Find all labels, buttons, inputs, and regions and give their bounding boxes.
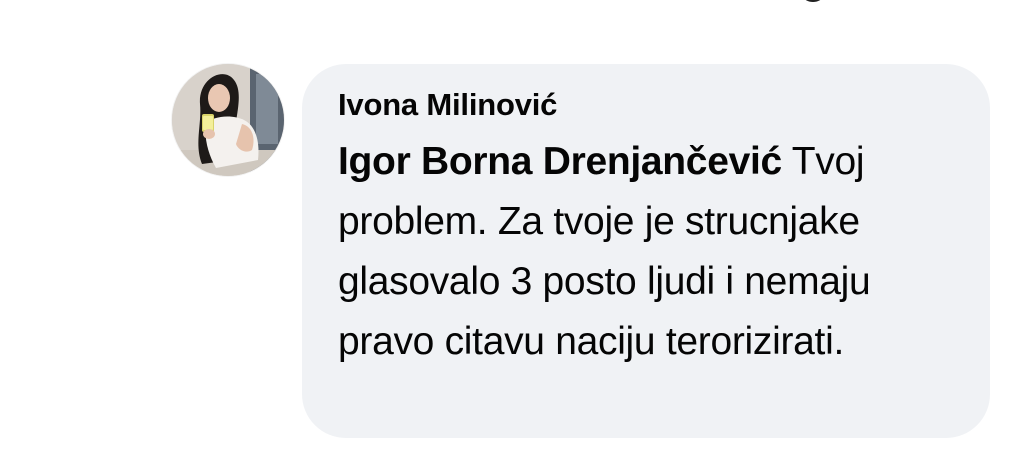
profile-photo-icon	[172, 64, 284, 176]
avatar[interactable]	[172, 64, 284, 176]
comment-bubble: Ivona Milinović Igor Borna Drenjančević …	[302, 64, 990, 438]
comment-text: Igor Borna Drenjančević Tvoj problem. Za…	[338, 132, 958, 372]
mention-link[interactable]: Igor Borna Drenjančević	[338, 140, 782, 183]
cut-off-content-fragment	[790, 0, 830, 4]
comment-thread: Ivona Milinović Igor Borna Drenjančević …	[0, 0, 1024, 458]
comment-author-name[interactable]: Ivona Milinović	[338, 86, 960, 124]
